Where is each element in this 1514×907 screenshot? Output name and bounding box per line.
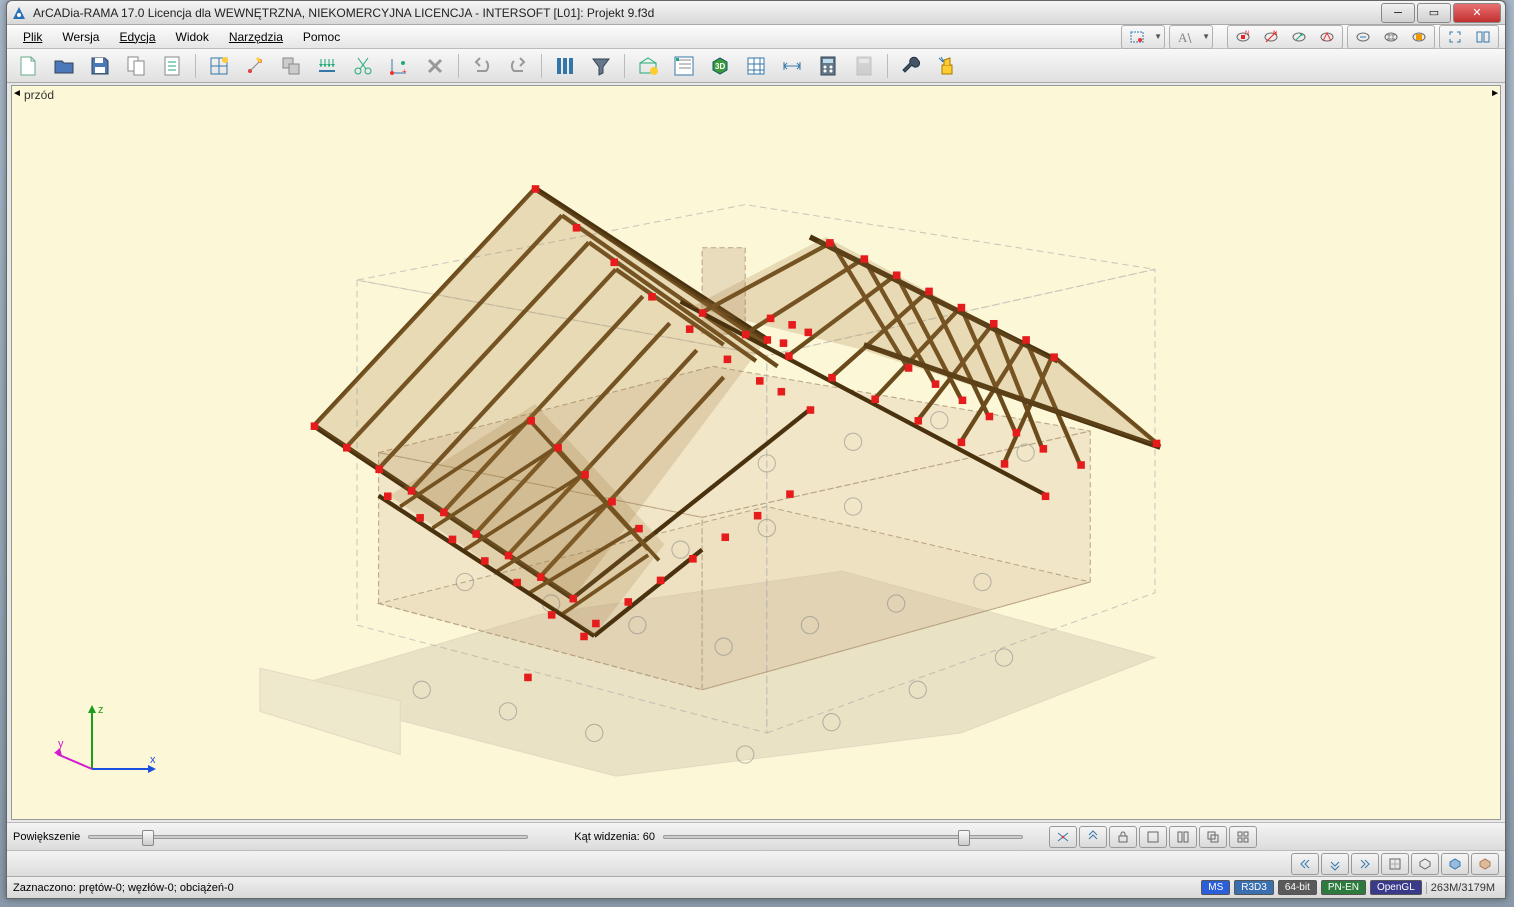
window-title: ArCADia-RAMA 17.0 Licencja dla WEWNĘTRZN…	[33, 6, 1379, 20]
coordinate-tool-icon[interactable]: +	[384, 52, 414, 80]
view-nav-buttons-top	[1049, 826, 1257, 848]
show-arrows-icon[interactable]	[1286, 27, 1312, 47]
view-grid-icon[interactable]	[1378, 27, 1404, 47]
svg-text:3D: 3D	[715, 62, 725, 71]
table-icon[interactable]	[741, 52, 771, 80]
menu-plik[interactable]: Plik	[15, 28, 50, 46]
save-file-icon[interactable]	[85, 52, 115, 80]
calculator-icon[interactable]	[813, 52, 843, 80]
dropdown-caret-icon[interactable]: ▼	[1202, 32, 1210, 41]
viewport[interactable]: ◄ przód ►	[11, 85, 1501, 820]
badge-r3d3: R3D3	[1234, 880, 1274, 895]
badge-64bit: 64-bit	[1278, 880, 1317, 895]
select-partial-icon[interactable]	[1124, 27, 1150, 47]
view-toggles-1: N N	[1227, 25, 1343, 49]
undo-icon[interactable]	[467, 52, 497, 80]
new-file-icon[interactable]	[13, 52, 43, 80]
window-cascade-icon[interactable]	[1199, 826, 1227, 848]
tree-view-icon[interactable]	[669, 52, 699, 80]
menu-edycja[interactable]: Edycja	[111, 28, 163, 46]
window-single-icon[interactable]	[1139, 826, 1167, 848]
window-controls: ─ ▭ ✕	[1379, 3, 1501, 23]
page-setup-icon[interactable]	[121, 52, 151, 80]
window-quad-icon[interactable]	[1229, 826, 1257, 848]
mode-wire-icon[interactable]	[1381, 853, 1409, 875]
select-mode-group: ▼	[1121, 25, 1165, 49]
app-icon	[11, 5, 27, 21]
view-layers-icon[interactable]	[1406, 27, 1432, 47]
nav-last-icon[interactable]	[1351, 853, 1379, 875]
cut-tool-icon[interactable]	[348, 52, 378, 80]
badge-ms: MS	[1201, 880, 1230, 895]
delete-icon[interactable]	[420, 52, 450, 80]
view-toggles-3	[1439, 25, 1499, 49]
main-toolbar: + 3D	[7, 49, 1505, 83]
mode-textured-icon[interactable]	[1471, 853, 1499, 875]
zoom-label: Powiększenie	[13, 831, 80, 843]
text-tool-group: A ▼	[1169, 25, 1213, 49]
calculator-disabled-icon	[849, 52, 879, 80]
node-tool-icon[interactable]	[240, 52, 270, 80]
load-tool-icon[interactable]	[312, 52, 342, 80]
filter-icon[interactable]	[586, 52, 616, 80]
maximize-button[interactable]: ▭	[1417, 3, 1451, 23]
statusbar: Zaznaczono: prętów-0; węzłów-0; obciążeń…	[7, 876, 1505, 898]
zoom-slider[interactable]	[88, 835, 528, 839]
titlebar: ArCADia-RAMA 17.0 Licencja dla WEWNĘTRZN…	[7, 1, 1505, 25]
split-view-icon[interactable]	[1470, 27, 1496, 47]
lock-icon[interactable]	[1109, 826, 1137, 848]
menu-widok[interactable]: Widok	[168, 28, 217, 46]
sections-icon[interactable]	[550, 52, 580, 80]
nav-first-icon[interactable]	[1291, 853, 1319, 875]
text-tool-icon[interactable]: A	[1172, 27, 1198, 47]
show-profiles-icon[interactable]	[1314, 27, 1340, 47]
3d-view-icon[interactable]: 3D	[705, 52, 735, 80]
show-dimensions-icon[interactable]: N	[1258, 27, 1284, 47]
open-file-icon[interactable]	[49, 52, 79, 80]
copy-tool-icon[interactable]	[276, 52, 306, 80]
report-icon[interactable]	[157, 52, 187, 80]
cleanup-icon[interactable]	[932, 52, 962, 80]
close-button[interactable]: ✕	[1453, 3, 1501, 23]
mode-hidden-icon[interactable]	[1411, 853, 1439, 875]
badge-opengl: OpenGL	[1370, 880, 1422, 895]
settings-icon[interactable]	[896, 52, 926, 80]
view-back-icon[interactable]	[1350, 27, 1376, 47]
fov-slider[interactable]	[663, 835, 1023, 839]
app-window: ArCADia-RAMA 17.0 Licencja dla WEWNĘTRZN…	[6, 0, 1506, 899]
show-nodes-icon[interactable]: N	[1230, 27, 1256, 47]
bottom-controls-2	[7, 850, 1505, 876]
svg-text:A: A	[1178, 30, 1188, 45]
redo-icon[interactable]	[503, 52, 533, 80]
view-nav-buttons-bottom	[1291, 853, 1499, 875]
nav-down-icon[interactable]	[1321, 853, 1349, 875]
svg-text:+: +	[402, 67, 407, 76]
menubar-right-tools: ▼ A ▼ N N	[1121, 25, 1505, 49]
menubar: Plik Wersja Edycja Widok Narzędzia Pomoc…	[7, 25, 1505, 49]
dimension-settings-icon[interactable]	[777, 52, 807, 80]
svg-text:N: N	[1245, 31, 1249, 37]
selection-status: Zaznaczono: prętów-0; węzłów-0; obciążeń…	[13, 882, 234, 894]
view-x-icon[interactable]	[1049, 826, 1077, 848]
grid-tool-icon[interactable]	[204, 52, 234, 80]
menu-pomoc[interactable]: Pomoc	[295, 28, 348, 46]
generator-icon[interactable]	[633, 52, 663, 80]
svg-text:N: N	[1273, 31, 1277, 37]
menu-wersja[interactable]: Wersja	[54, 28, 107, 46]
window-tile-icon[interactable]	[1169, 826, 1197, 848]
dropdown-caret-icon[interactable]: ▼	[1154, 32, 1162, 41]
bottom-controls: Powiększenie Kąt widzenia: 60	[7, 822, 1505, 850]
model-canvas	[12, 86, 1500, 820]
mode-shaded-icon[interactable]	[1441, 853, 1469, 875]
view-toggles-2	[1347, 25, 1435, 49]
fov-label: Kąt widzenia: 60	[574, 831, 655, 843]
menu-narzedzia[interactable]: Narzędzia	[221, 28, 291, 46]
memory-status: 263M/3179M	[1426, 882, 1499, 894]
minimize-button[interactable]: ─	[1381, 3, 1415, 23]
view-up-icon[interactable]	[1079, 826, 1107, 848]
badge-pnen: PN-EN	[1321, 880, 1366, 895]
fullscreen-icon[interactable]	[1442, 27, 1468, 47]
